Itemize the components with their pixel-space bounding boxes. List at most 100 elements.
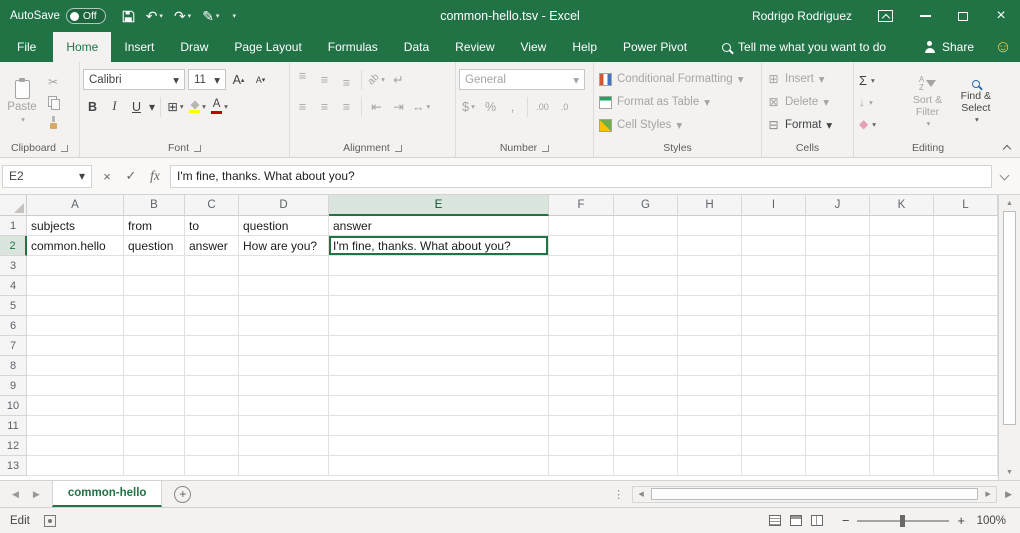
font-color-button[interactable]: A▾ xyxy=(210,96,229,117)
cell-I3[interactable] xyxy=(742,256,806,276)
cell-A2[interactable]: common.hello xyxy=(27,236,124,256)
cell-E9[interactable] xyxy=(329,376,549,396)
cell-G8[interactable] xyxy=(614,356,678,376)
cell-E11[interactable] xyxy=(329,416,549,436)
sheet-nav-right-icon[interactable]: ▶ xyxy=(33,489,40,500)
cell-E4[interactable] xyxy=(329,276,549,296)
underline-dropdown-icon[interactable]: ▾ xyxy=(149,100,155,114)
tab-file[interactable]: File xyxy=(0,32,53,62)
cell-D9[interactable] xyxy=(239,376,329,396)
column-header-K[interactable]: K xyxy=(870,195,934,216)
cell-D7[interactable] xyxy=(239,336,329,356)
cell-G10[interactable] xyxy=(614,396,678,416)
cell-J2[interactable] xyxy=(806,236,870,256)
select-all-corner[interactable] xyxy=(0,195,27,216)
cell-F11[interactable] xyxy=(549,416,614,436)
format-painter-button[interactable] xyxy=(44,114,62,131)
cell-I5[interactable] xyxy=(742,296,806,316)
fill-color-button[interactable]: ▾ xyxy=(188,96,207,117)
enter-button[interactable]: ✓ xyxy=(120,165,142,188)
cell-A1[interactable]: subjects xyxy=(27,216,124,236)
italic-button[interactable]: I xyxy=(105,96,124,117)
normal-view-button[interactable] xyxy=(769,515,781,526)
cell-G3[interactable] xyxy=(614,256,678,276)
cell-K7[interactable] xyxy=(870,336,934,356)
cell-C3[interactable] xyxy=(185,256,239,276)
cell-E2[interactable]: I'm fine, thanks. What about you? xyxy=(329,236,549,256)
cell-C2[interactable]: answer xyxy=(185,236,239,256)
ribbon-display-options-button[interactable] xyxy=(868,0,906,32)
cell-C6[interactable] xyxy=(185,316,239,336)
cell-F5[interactable] xyxy=(549,296,614,316)
cell-G9[interactable] xyxy=(614,376,678,396)
column-header-A[interactable]: A xyxy=(27,195,124,216)
cell-B10[interactable] xyxy=(124,396,185,416)
cell-F9[interactable] xyxy=(549,376,614,396)
cell-I7[interactable] xyxy=(742,336,806,356)
cell-I9[interactable] xyxy=(742,376,806,396)
cell-E8[interactable] xyxy=(329,356,549,376)
vertical-scrollbar[interactable]: ▲ ▼ xyxy=(998,195,1020,480)
cell-H13[interactable] xyxy=(678,456,742,476)
sheet-nav-left-icon[interactable]: ◀ xyxy=(12,489,19,500)
maximize-button[interactable] xyxy=(944,0,982,32)
font-color-dropdown-icon[interactable]: ▾ xyxy=(224,102,228,111)
cell-B5[interactable] xyxy=(124,296,185,316)
merge-center-dropdown-icon[interactable]: ▾ xyxy=(427,102,431,111)
row-header-5[interactable]: 5 xyxy=(0,296,27,316)
alignment-dialog-launcher-icon[interactable] xyxy=(395,145,402,152)
row-header-11[interactable]: 11 xyxy=(0,416,27,436)
paste-button[interactable]: Paste ▾ xyxy=(3,65,41,139)
cell-K8[interactable] xyxy=(870,356,934,376)
name-box-dropdown-icon[interactable]: ▾ xyxy=(79,169,85,183)
cell-C1[interactable]: to xyxy=(185,216,239,236)
font-dialog-launcher-icon[interactable] xyxy=(194,145,201,152)
cell-J4[interactable] xyxy=(806,276,870,296)
insert-function-button[interactable]: fx xyxy=(144,165,166,188)
underline-button[interactable]: U xyxy=(127,96,146,117)
sheet-tab-common-hello[interactable]: common-hello xyxy=(52,481,163,507)
cell-I6[interactable] xyxy=(742,316,806,336)
cell-K12[interactable] xyxy=(870,436,934,456)
clipboard-dialog-launcher-icon[interactable] xyxy=(61,145,68,152)
tab-view[interactable]: View xyxy=(508,32,560,62)
cell-A8[interactable] xyxy=(27,356,124,376)
cell-I12[interactable] xyxy=(742,436,806,456)
cell-A6[interactable] xyxy=(27,316,124,336)
cell-J12[interactable] xyxy=(806,436,870,456)
clear-button[interactable]: ◆▾ xyxy=(857,114,902,135)
cell-F3[interactable] xyxy=(549,256,614,276)
redo-button[interactable]: ↷▾ xyxy=(174,9,191,23)
cell-A3[interactable] xyxy=(27,256,124,276)
tab-draw[interactable]: Draw xyxy=(167,32,221,62)
cell-D2[interactable]: How are you? xyxy=(239,236,329,256)
column-header-H[interactable]: H xyxy=(678,195,742,216)
close-button[interactable]: × xyxy=(982,0,1020,32)
cell-H8[interactable] xyxy=(678,356,742,376)
column-header-B[interactable]: B xyxy=(124,195,185,216)
cell-C13[interactable] xyxy=(185,456,239,476)
align-center-button[interactable]: ≡ xyxy=(315,96,334,117)
borders-button[interactable]: ⊞▾ xyxy=(166,96,185,117)
cell-L10[interactable] xyxy=(934,396,998,416)
cell-K5[interactable] xyxy=(870,296,934,316)
tab-page-layout[interactable]: Page Layout xyxy=(221,32,314,62)
column-header-L[interactable]: L xyxy=(934,195,998,216)
column-header-F[interactable]: F xyxy=(549,195,614,216)
font-name-combo[interactable]: Calibri▾ xyxy=(83,69,185,90)
cell-A7[interactable] xyxy=(27,336,124,356)
cell-G1[interactable] xyxy=(614,216,678,236)
cell-A12[interactable] xyxy=(27,436,124,456)
cell-F10[interactable] xyxy=(549,396,614,416)
fill-button[interactable]: ↓▾ xyxy=(857,92,902,113)
format-as-table-button[interactable]: Format as Table ▾ xyxy=(597,92,758,113)
cell-J3[interactable] xyxy=(806,256,870,276)
user-name[interactable]: Rodrigo Rodriguez xyxy=(752,9,852,23)
cell-B8[interactable] xyxy=(124,356,185,376)
cell-D13[interactable] xyxy=(239,456,329,476)
draw-pen-button[interactable]: ✎▾ xyxy=(202,9,219,23)
cell-G5[interactable] xyxy=(614,296,678,316)
cell-K1[interactable] xyxy=(870,216,934,236)
sort-filter-button[interactable]: AZ Sort & Filter ▾ xyxy=(904,65,950,139)
pen-dropdown-icon[interactable]: ▾ xyxy=(216,13,220,20)
